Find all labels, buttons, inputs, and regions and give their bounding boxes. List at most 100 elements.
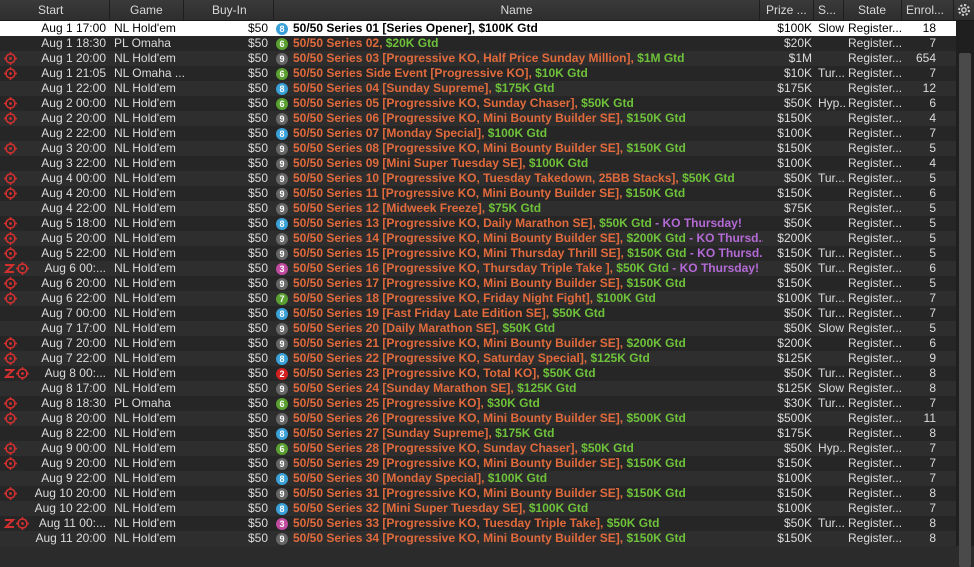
buy-in: $50	[247, 171, 268, 185]
table-row[interactable]: Aug 10 22:00 NL Hold'em $50 8 50/50 Series 3…	[0, 501, 956, 516]
table-row[interactable]: Aug 3 22:00 NL Hold'em $50 9 50/50 Series 09…	[0, 156, 956, 171]
table-row[interactable]: Aug 4 22:00 NL Hold'em $50 9 50/50 Series 12…	[0, 201, 956, 216]
state: Register...	[848, 276, 903, 290]
start-time: Aug 3 20:00	[41, 141, 106, 155]
table-row[interactable]: Aug 6 00:... NL Hold'em $50 3 50/50 Series 1…	[0, 261, 956, 276]
table-row[interactable]: Aug 8 22:00 NL Hold'em $50 8 50/50 Series 27…	[0, 426, 956, 441]
tournament-title: 50/50 Series 23 [Progressive KO, Total K…	[293, 366, 543, 380]
table-row[interactable]: Aug 9 00:00 NL Hold'em $50 6 50/50 Series 28…	[0, 441, 956, 456]
table-row[interactable]: Aug 2 00:00 NL Hold'em $50 6 50/50 Series 05…	[0, 96, 956, 111]
column-header-state[interactable]: State	[844, 0, 902, 20]
guarantee-text: $150K Gtd	[625, 186, 686, 200]
table-row[interactable]: Aug 4 20:00 NL Hold'em $50 9 50/50 Series 11…	[0, 186, 956, 201]
player-count-icon: 6	[276, 443, 288, 455]
guarantee-text: $1M Gtd	[637, 51, 685, 65]
table-row[interactable]: Aug 9 20:00 NL Hold'em $50 9 50/50 Series 29…	[0, 456, 956, 471]
table-row[interactable]: Aug 1 21:05 NL Omaha ... $50 6 50/50 Series …	[0, 66, 956, 81]
speed: Tur...	[818, 261, 845, 275]
state: Register...	[848, 456, 903, 470]
column-header-buyin[interactable]: Buy-In	[184, 0, 274, 20]
enrolled-count: 654	[915, 51, 936, 65]
game-type: NL Hold'em	[114, 516, 176, 530]
tournament-title: 50/50 Series 22 [Progressive KO, Saturda…	[293, 351, 591, 365]
scrollbar-thumb[interactable]	[959, 53, 971, 567]
table-row[interactable]: Aug 7 00:00 NL Hold'em $50 8 50/50 Series 19…	[0, 306, 956, 321]
speed: Tur...	[818, 171, 845, 185]
prize-pool: $100K	[777, 471, 812, 485]
prize-pool: $10K	[783, 66, 812, 80]
buy-in: $50	[247, 51, 268, 65]
table-row[interactable]: Aug 8 00:... NL Hold'em $50 2 50/50 Series 2…	[0, 366, 956, 381]
column-header-row: Start Game Buy-In Name Prize ... S... St…	[0, 0, 974, 21]
buy-in: $50	[247, 141, 268, 155]
state: Register...	[848, 111, 903, 125]
tournament-title: 50/50 Series 28 [Progressive KO, Sunday …	[293, 441, 582, 455]
table-row[interactable]: Aug 5 18:00 NL Hold'em $50 8 50/50 Series 13…	[0, 216, 956, 231]
table-row[interactable]: Aug 6 22:00 NL Hold'em $50 7 50/50 Series 18…	[0, 291, 956, 306]
column-header-name[interactable]: Name	[274, 0, 760, 20]
prize-pool: $150K	[777, 111, 812, 125]
prize-pool: $200K	[777, 231, 812, 245]
buy-in: $50	[247, 336, 268, 350]
table-size-badge: 9	[276, 411, 290, 426]
tournament-name: 50/50 Series 12 [Midweek Freeze], $75K G…	[293, 201, 763, 216]
table-row[interactable]: Aug 1 22:00 NL Hold'em $50 8 50/50 Series 04…	[0, 81, 956, 96]
buy-in: $50	[247, 21, 268, 35]
table-row[interactable]: Aug 1 17:00 NL Hold'em $50 8 50/50 Series 01…	[0, 21, 956, 36]
table-size-badge: 9	[276, 156, 290, 171]
table-row[interactable]: Aug 11 20:00 NL Hold'em $50 9 50/50 Series 3…	[0, 531, 956, 546]
table-row[interactable]: Aug 2 22:00 NL Hold'em $50 8 50/50 Series 07…	[0, 126, 956, 141]
table-row[interactable]: Aug 11 00:... NL Hold'em $50 3 50/50 Series …	[0, 516, 956, 531]
table-row[interactable]: Aug 1 20:00 NL Hold'em $50 9 50/50 Series 03…	[0, 51, 956, 66]
table-row[interactable]: Aug 1 18:30 PL Omaha $50 6 50/50 Series 02, …	[0, 36, 956, 51]
prize-pool: $150K	[777, 276, 812, 290]
table-size-badge: 8	[276, 216, 290, 231]
table-row[interactable]: Aug 10 20:00 NL Hold'em $50 9 50/50 Series 3…	[0, 486, 956, 501]
table-row[interactable]: Aug 7 17:00 NL Hold'em $50 9 50/50 Series 20…	[0, 321, 956, 336]
table-row[interactable]: Aug 5 22:00 NL Hold'em $50 9 50/50 Series 15…	[0, 246, 956, 261]
tournament-title: 50/50 Series 03 [Progressive KO, Half Pr…	[293, 51, 638, 65]
start-time: Aug 8 00:...	[44, 366, 106, 380]
table-row[interactable]: Aug 7 20:00 NL Hold'em $50 9 50/50 Series 21…	[0, 336, 956, 351]
column-header-prize[interactable]: Prize ...	[760, 0, 814, 20]
buy-in: $50	[247, 126, 268, 140]
tournament-title: 50/50 Series 32 [Mini Super Tuesday SE],	[293, 501, 529, 515]
tournament-name: 50/50 Series 32 [Mini Super Tuesday SE],…	[293, 501, 763, 516]
table-row[interactable]: Aug 9 22:00 NL Hold'em $50 8 50/50 Series 30…	[0, 471, 956, 486]
tournament-title: 50/50 Series 12 [Midweek Freeze],	[293, 201, 489, 215]
table-row[interactable]: Aug 4 00:00 NL Hold'em $50 9 50/50 Series 10…	[0, 171, 956, 186]
game-type: NL Hold'em	[114, 381, 176, 395]
table-row[interactable]: Aug 8 17:00 NL Hold'em $50 9 50/50 Series 24…	[0, 381, 956, 396]
state: Register...	[848, 156, 903, 170]
tournament-name: 50/50 Series 16 [Progressive KO, Thursda…	[293, 261, 763, 276]
table-size-badge: 6	[276, 66, 290, 81]
start-time: Aug 2 20:00	[41, 111, 106, 125]
table-row[interactable]: Aug 2 20:00 NL Hold'em $50 9 50/50 Series 06…	[0, 111, 956, 126]
state: Register...	[848, 66, 903, 80]
start-time: Aug 1 20:00	[41, 51, 106, 65]
column-header-enrolled[interactable]: Enrol...	[902, 0, 954, 20]
tournament-name: 50/50 Series 24 [Sunday Marathon SE], $1…	[293, 381, 763, 396]
state: Register...	[848, 441, 903, 455]
table-row[interactable]: Aug 6 20:00 NL Hold'em $50 9 50/50 Series 17…	[0, 276, 956, 291]
gear-icon[interactable]	[956, 2, 972, 18]
tournament-name: 50/50 Series 01 [Series Opener], $100K G…	[293, 21, 763, 36]
table-row[interactable]: Aug 3 20:00 NL Hold'em $50 9 50/50 Series 08…	[0, 141, 956, 156]
buy-in: $50	[247, 66, 268, 80]
state: Register...	[848, 291, 903, 305]
column-header-speed[interactable]: S...	[814, 0, 844, 20]
table-row[interactable]: Aug 8 20:00 NL Hold'em $50 9 50/50 Series 26…	[0, 411, 956, 426]
table-size-badge: 9	[276, 111, 290, 126]
buy-in: $50	[247, 471, 268, 485]
enrolled-count: 7	[929, 471, 936, 485]
table-row[interactable]: Aug 8 18:30 PL Omaha $50 6 50/50 Series 25 […	[0, 396, 956, 411]
game-type: NL Hold'em	[114, 231, 176, 245]
table-row[interactable]: Aug 5 20:00 NL Hold'em $50 9 50/50 Series 14…	[0, 231, 956, 246]
column-header-game[interactable]: Game	[110, 0, 184, 20]
game-type: NL Hold'em	[114, 96, 176, 110]
column-header-start[interactable]: Start	[0, 0, 110, 20]
guarantee-text: $200K Gtd	[626, 336, 686, 350]
vertical-scrollbar[interactable]	[956, 21, 974, 567]
table-row[interactable]: Aug 7 22:00 NL Hold'em $50 8 50/50 Series 22…	[0, 351, 956, 366]
state: Register...	[848, 36, 903, 50]
